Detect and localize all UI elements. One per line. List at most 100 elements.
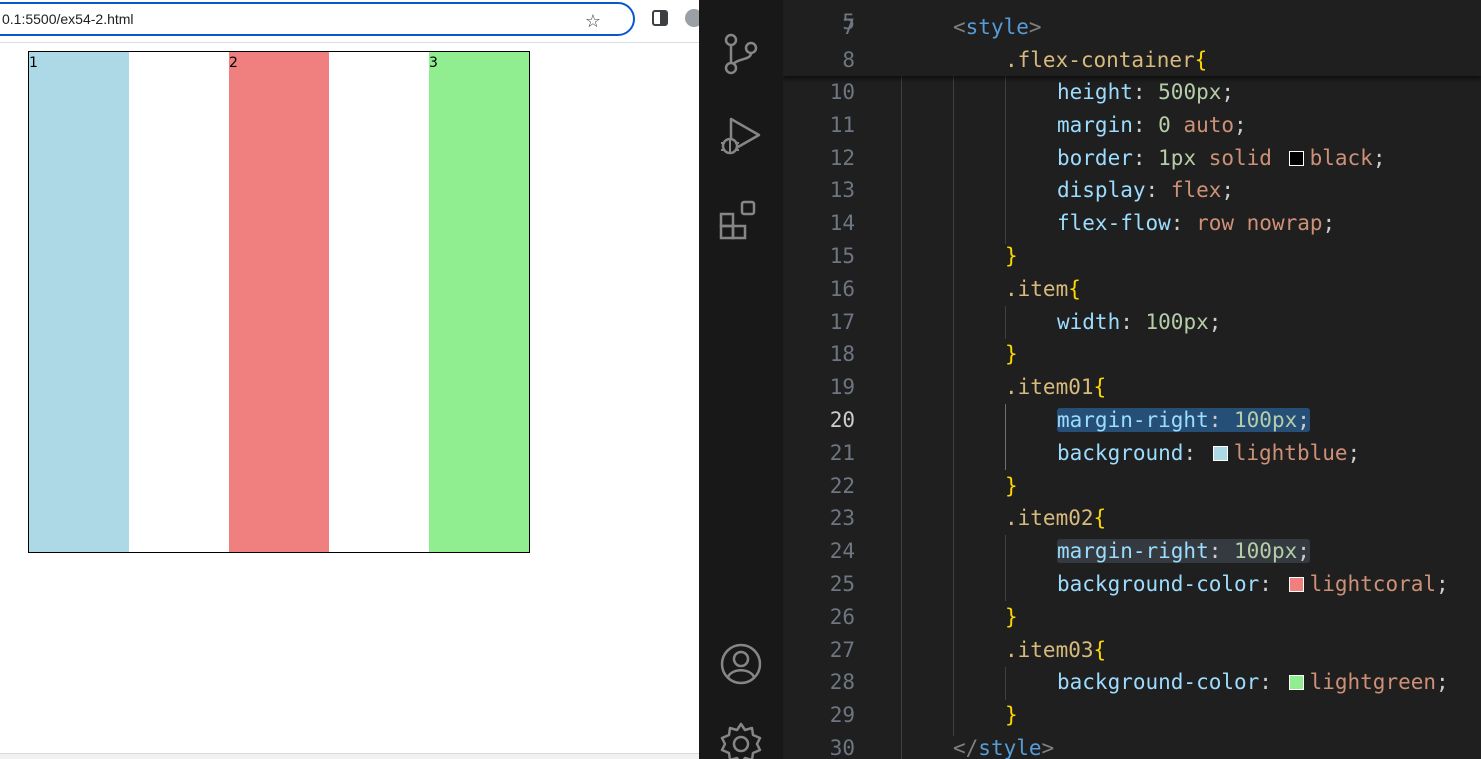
code-token: height xyxy=(1057,80,1133,104)
code-line[interactable]: 29} xyxy=(783,699,1481,732)
code-token: 100px xyxy=(1234,408,1298,432)
manage-gear-icon[interactable] xyxy=(717,720,765,759)
line-number: 16 xyxy=(829,276,855,301)
code-token: ; xyxy=(1347,440,1361,465)
code-token: { xyxy=(1068,276,1081,301)
color-swatch[interactable] xyxy=(1288,675,1304,691)
code-line[interactable]: 21 background: lightblue; xyxy=(783,437,1481,470)
code-line[interactable]: 8 .flex-container{ xyxy=(783,44,1481,77)
code-line[interactable]: 22} xyxy=(783,470,1481,503)
code-text: margin-right: 100px; xyxy=(1057,535,1310,568)
line-number: 29 xyxy=(829,703,855,728)
code-token: width xyxy=(1057,309,1121,334)
line-number: 25 xyxy=(829,572,855,596)
code-text: margin-right: 100px; xyxy=(1057,404,1310,437)
code-line[interactable]: 18} xyxy=(783,338,1481,371)
code-token: } xyxy=(1005,473,1018,498)
bookmark-star-icon[interactable]: ☆ xyxy=(583,12,603,32)
run-debug-icon[interactable] xyxy=(717,113,765,161)
code-line[interactable]: 17 width: 100px; xyxy=(783,306,1481,339)
code-token: : xyxy=(1170,211,1197,236)
code-editor[interactable]: 5 </head> 7<style>8.flex-container{ 10he… xyxy=(783,0,1481,759)
code-token: .item01 xyxy=(1005,375,1094,400)
horizontal-scrollbar[interactable] xyxy=(0,753,699,759)
code-line[interactable]: 30 </style> xyxy=(783,732,1481,759)
code-line[interactable]: 23 .item02{ xyxy=(783,502,1481,535)
code-line[interactable]: 24 margin-right: 100px; xyxy=(783,535,1481,568)
code-token: : xyxy=(1132,80,1159,104)
line-number: 23 xyxy=(829,506,855,531)
code-line[interactable]: 7 <style> xyxy=(783,11,1481,44)
url-text[interactable]: 0.1:5500/ex54-2.html xyxy=(2,11,134,27)
code-text: } xyxy=(1005,240,1018,273)
code-token: ; xyxy=(1372,145,1386,170)
code-text: .flex-container{ xyxy=(1005,44,1207,77)
code-token: ; xyxy=(1234,112,1247,137)
code-text: .item{ xyxy=(1005,273,1081,306)
code-text: height: 500px; xyxy=(1057,76,1234,109)
code-token: } xyxy=(1005,604,1018,629)
code-token: margin xyxy=(1057,112,1133,137)
code-line[interactable]: 25 background-color: lightcoral; xyxy=(783,568,1481,601)
code-text: border: 1px solid black; xyxy=(1057,142,1385,175)
code-line[interactable]: 15} xyxy=(783,240,1481,273)
code-line[interactable]: 28 background-color: lightgreen; xyxy=(783,666,1481,699)
code-token: background-color xyxy=(1057,572,1260,596)
item-03-label: 3 xyxy=(429,55,438,71)
line-number: 7 xyxy=(842,15,855,39)
color-swatch[interactable] xyxy=(1288,577,1304,592)
code-line[interactable]: 12 border: 1px solid black; xyxy=(783,142,1481,175)
code-line[interactable]: 27 .item03{ xyxy=(783,634,1481,667)
code-token: ; xyxy=(1297,408,1310,432)
activity-bar xyxy=(699,0,783,759)
code-text: .item02{ xyxy=(1005,502,1106,535)
line-number: 24 xyxy=(829,539,855,564)
code-text: margin: 0 auto; xyxy=(1057,109,1247,142)
code-token: black xyxy=(1309,145,1373,170)
code-token: background-color xyxy=(1057,670,1260,695)
code-token: margin-right xyxy=(1057,408,1209,432)
browser-window: 0.1:5500/ex54-2.html ☆ 1 2 3 xyxy=(0,0,699,759)
code-text: .item01{ xyxy=(1005,371,1106,404)
code-line[interactable]: 20 margin-right: 100px; xyxy=(783,404,1481,437)
flex-container: 1 2 3 xyxy=(28,51,530,553)
code-text: </style> xyxy=(953,732,1054,759)
code-line[interactable]: 26} xyxy=(783,601,1481,634)
code-token: margin-right xyxy=(1057,539,1209,564)
code-line[interactable]: 19 .item01{ xyxy=(783,371,1481,404)
extensions-icon[interactable] xyxy=(717,196,765,244)
item-01-label: 1 xyxy=(29,55,38,71)
code-token: > xyxy=(1028,15,1042,39)
code-line[interactable]: 11 margin: 0 auto; xyxy=(783,109,1481,142)
item-01: 1 xyxy=(29,52,129,552)
accounts-icon[interactable] xyxy=(717,640,765,688)
line-number: 22 xyxy=(829,473,855,498)
line-number: 8 xyxy=(842,48,855,72)
profile-avatar-icon[interactable] xyxy=(685,9,699,27)
code-token: display xyxy=(1057,178,1146,203)
code-token: ; xyxy=(1297,539,1310,564)
address-bar[interactable]: 0.1:5500/ex54-2.html ☆ xyxy=(0,2,635,36)
code-token: 1px xyxy=(1158,145,1197,170)
code-text: } xyxy=(1005,601,1018,634)
line-number: 15 xyxy=(829,244,855,268)
line-number: 18 xyxy=(829,342,855,367)
code-text: } xyxy=(1005,699,1018,732)
side-panel-icon[interactable] xyxy=(651,9,669,27)
code-line[interactable]: 13 display: flex; xyxy=(783,174,1481,207)
code-token: row nowrap xyxy=(1196,211,1323,236)
item-02-label: 2 xyxy=(229,55,238,71)
code-token: style xyxy=(978,736,1042,759)
color-swatch[interactable] xyxy=(1288,150,1304,166)
occurrence-highlight: margin-right: 100px; xyxy=(1057,539,1310,564)
line-number: 12 xyxy=(829,145,855,170)
code-line[interactable]: 16 .item{ xyxy=(783,273,1481,306)
sticky-scroll-header[interactable]: 5 </head> 7<style>8.flex-container{ xyxy=(783,0,1481,76)
code-text: background-color: lightgreen; xyxy=(1057,666,1449,699)
color-swatch[interactable] xyxy=(1212,445,1228,461)
code-line[interactable]: 14 flex-flow: row nowrap; xyxy=(783,207,1481,240)
source-control-icon[interactable] xyxy=(717,30,765,78)
line-number: 21 xyxy=(829,440,855,465)
code-line[interactable]: 10 height: 500px; xyxy=(783,76,1481,109)
line-number: 28 xyxy=(829,670,855,695)
